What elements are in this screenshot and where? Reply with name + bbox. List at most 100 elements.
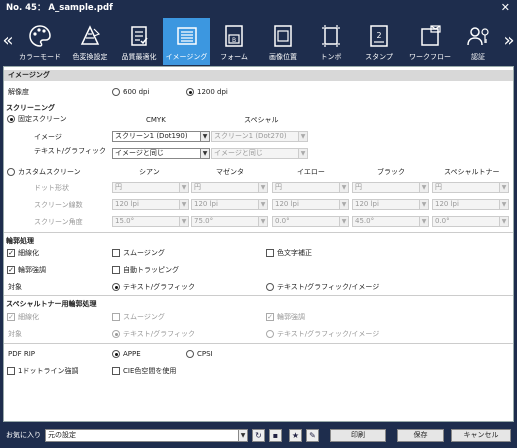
favorites-label: お気に入り bbox=[6, 431, 41, 439]
one-dot-line-checkbox[interactable] bbox=[7, 367, 15, 375]
tab-color-mode[interactable]: カラーモード bbox=[15, 18, 65, 65]
tab-label: カラーモード bbox=[19, 53, 61, 61]
tab-stamp[interactable]: 2 スタンプ bbox=[354, 18, 404, 65]
cancel-button[interactable]: キャンセル bbox=[451, 429, 511, 442]
chevron-down-icon: ▼ bbox=[179, 183, 188, 192]
resolution-600-radio[interactable] bbox=[112, 88, 120, 96]
select-value: 120 lpi bbox=[275, 200, 299, 208]
special-edge-enhance-checkbox[interactable]: ✓ bbox=[266, 313, 274, 321]
chevron-down-icon: ▼ bbox=[499, 217, 508, 226]
tab-crop-marks[interactable]: トンボ bbox=[308, 18, 354, 65]
tab-label: フォーム bbox=[220, 53, 248, 61]
tab-label: ワークフロー bbox=[409, 53, 451, 61]
edge-target-all-label: テキスト/グラフィック/イメージ bbox=[277, 283, 380, 291]
smoothing-checkbox[interactable] bbox=[112, 249, 120, 257]
resolution-600-label: 600 dpi bbox=[123, 88, 150, 96]
select-value: 45.0° bbox=[355, 217, 375, 225]
footer-bar: お気に入り 元の設定 ▼ ↻ ▪ ★ ✎ 印刷 保存 キャンセル bbox=[0, 422, 517, 448]
chevron-down-icon: ▼ bbox=[339, 217, 348, 226]
dot-shape-magenta-select[interactable]: 円 ▼ bbox=[191, 182, 268, 193]
pdf-rip-label: PDF RIP bbox=[8, 350, 36, 358]
color-header-special: スペシャルトナー bbox=[444, 168, 500, 176]
favorite-star-icon[interactable]: ★ bbox=[289, 429, 302, 442]
favorites-select[interactable]: 元の設定 ▼ bbox=[45, 429, 248, 442]
color-text-correction-checkbox[interactable] bbox=[266, 249, 274, 257]
dot-shape-black-select[interactable]: 円 ▼ bbox=[352, 182, 429, 193]
angle-special-select[interactable]: 0.0° ▼ bbox=[432, 216, 509, 227]
pdf-rip-cpsi-label: CPSI bbox=[197, 350, 213, 358]
custom-screen-radio[interactable] bbox=[7, 168, 15, 176]
edge-target-label: 対象 bbox=[8, 283, 22, 291]
text-graphic-special-select[interactable]: イメージと同じ ▼ bbox=[211, 148, 308, 159]
tab-imaging[interactable]: イメージング bbox=[163, 18, 210, 65]
tab-label: 品質最適化 bbox=[121, 53, 157, 61]
fixed-screen-radio[interactable] bbox=[7, 115, 15, 123]
tab-quality[interactable]: 品質最適化 bbox=[115, 18, 163, 65]
tab-color-conversion[interactable]: 色変換設定 bbox=[65, 18, 115, 65]
text-graphic-cmyk-select[interactable]: イメージと同じ ▼ bbox=[112, 148, 210, 159]
dot-shape-special-select[interactable]: 円 ▼ bbox=[432, 182, 509, 193]
thin-line-label: 細線化 bbox=[18, 249, 39, 257]
special-edge-enhance-label: 輪郭強調 bbox=[277, 313, 305, 321]
image-position-icon bbox=[270, 23, 296, 49]
auto-trapping-checkbox[interactable] bbox=[112, 266, 120, 274]
angle-cyan-select[interactable]: 15.0° ▼ bbox=[112, 216, 189, 227]
one-dot-line-label: 1ドットライン強調 bbox=[18, 367, 79, 375]
resolution-1200-radio[interactable] bbox=[186, 88, 194, 96]
print-button[interactable]: 印刷 bbox=[330, 429, 386, 442]
chevron-down-icon: ▼ bbox=[258, 183, 267, 192]
dot-shape-yellow-select[interactable]: 円 ▼ bbox=[272, 182, 349, 193]
lpi-magenta-select[interactable]: 120 lpi ▼ bbox=[191, 199, 268, 210]
chevron-down-icon: ▼ bbox=[179, 200, 188, 209]
edge-enhance-checkbox[interactable]: ✓ bbox=[7, 266, 15, 274]
special-target-all-radio[interactable] bbox=[266, 330, 274, 338]
chevron-down-icon: ▼ bbox=[499, 200, 508, 209]
tab-form[interactable]: B フォーム bbox=[210, 18, 258, 65]
close-icon[interactable]: ✕ bbox=[501, 0, 510, 16]
special-smoothing-checkbox[interactable] bbox=[112, 313, 120, 321]
smoothing-label: スムージング bbox=[123, 249, 165, 257]
save-button[interactable]: 保存 bbox=[397, 429, 444, 442]
scroll-left-icon[interactable]: « bbox=[2, 27, 14, 55]
select-value: 円 bbox=[194, 183, 201, 191]
edit-icon[interactable]: ✎ bbox=[306, 429, 319, 442]
special-thin-line-checkbox[interactable]: ✓ bbox=[7, 313, 15, 321]
lpi-cyan-select[interactable]: 120 lpi ▼ bbox=[112, 199, 189, 210]
tab-authentication[interactable]: 認証 bbox=[456, 18, 500, 65]
edge-target-text-graphic-radio[interactable] bbox=[112, 283, 120, 291]
chevron-down-icon: ▼ bbox=[200, 149, 209, 158]
refresh-icon[interactable]: ↻ bbox=[252, 429, 265, 442]
pdf-rip-appe-radio[interactable] bbox=[112, 350, 120, 358]
pdf-rip-cpsi-radio[interactable] bbox=[186, 350, 194, 358]
form-icon: B bbox=[221, 23, 247, 49]
tab-workflow[interactable]: ワークフロー bbox=[404, 18, 456, 65]
select-value: 元の設定 bbox=[48, 431, 76, 439]
tab-label: トンボ bbox=[320, 53, 342, 61]
angle-black-select[interactable]: 45.0° ▼ bbox=[352, 216, 429, 227]
palette-icon bbox=[27, 23, 53, 49]
scroll-right-icon[interactable]: » bbox=[503, 27, 515, 55]
lpi-yellow-select[interactable]: 120 lpi ▼ bbox=[272, 199, 349, 210]
save-disk-icon[interactable]: ▪ bbox=[269, 429, 282, 442]
auto-trapping-label: 自動トラッピング bbox=[123, 266, 179, 274]
edge-target-all-radio[interactable] bbox=[266, 283, 274, 291]
angle-yellow-select[interactable]: 0.0° ▼ bbox=[272, 216, 349, 227]
dot-shape-cyan-select[interactable]: 円 ▼ bbox=[112, 182, 189, 193]
cie-color-space-checkbox[interactable] bbox=[112, 367, 120, 375]
select-value: 120 lpi bbox=[435, 200, 459, 208]
tab-label: イメージング bbox=[165, 53, 208, 61]
color-conversion-icon bbox=[77, 23, 103, 49]
tab-label: 画像位置 bbox=[269, 53, 297, 61]
angle-magenta-select[interactable]: 75.0° ▼ bbox=[191, 216, 268, 227]
special-target-text-graphic-radio[interactable] bbox=[112, 330, 120, 338]
tab-image-position[interactable]: 画像位置 bbox=[258, 18, 308, 65]
lpi-special-select[interactable]: 120 lpi ▼ bbox=[432, 199, 509, 210]
select-value: スクリーン1 (Dot270) bbox=[214, 132, 287, 140]
special-edge-title: スペシャルトナー用輪郭処理 bbox=[6, 300, 97, 308]
lpi-black-select[interactable]: 120 lpi ▼ bbox=[352, 199, 429, 210]
tab-label: 認証 bbox=[471, 53, 485, 61]
tab-label: 色変換設定 bbox=[72, 53, 108, 61]
thin-line-checkbox[interactable]: ✓ bbox=[7, 249, 15, 257]
image-screen-cmyk-select[interactable]: スクリーン1 (Dot190) ▼ bbox=[112, 131, 210, 142]
image-screen-special-select[interactable]: スクリーン1 (Dot270) ▼ bbox=[211, 131, 308, 142]
